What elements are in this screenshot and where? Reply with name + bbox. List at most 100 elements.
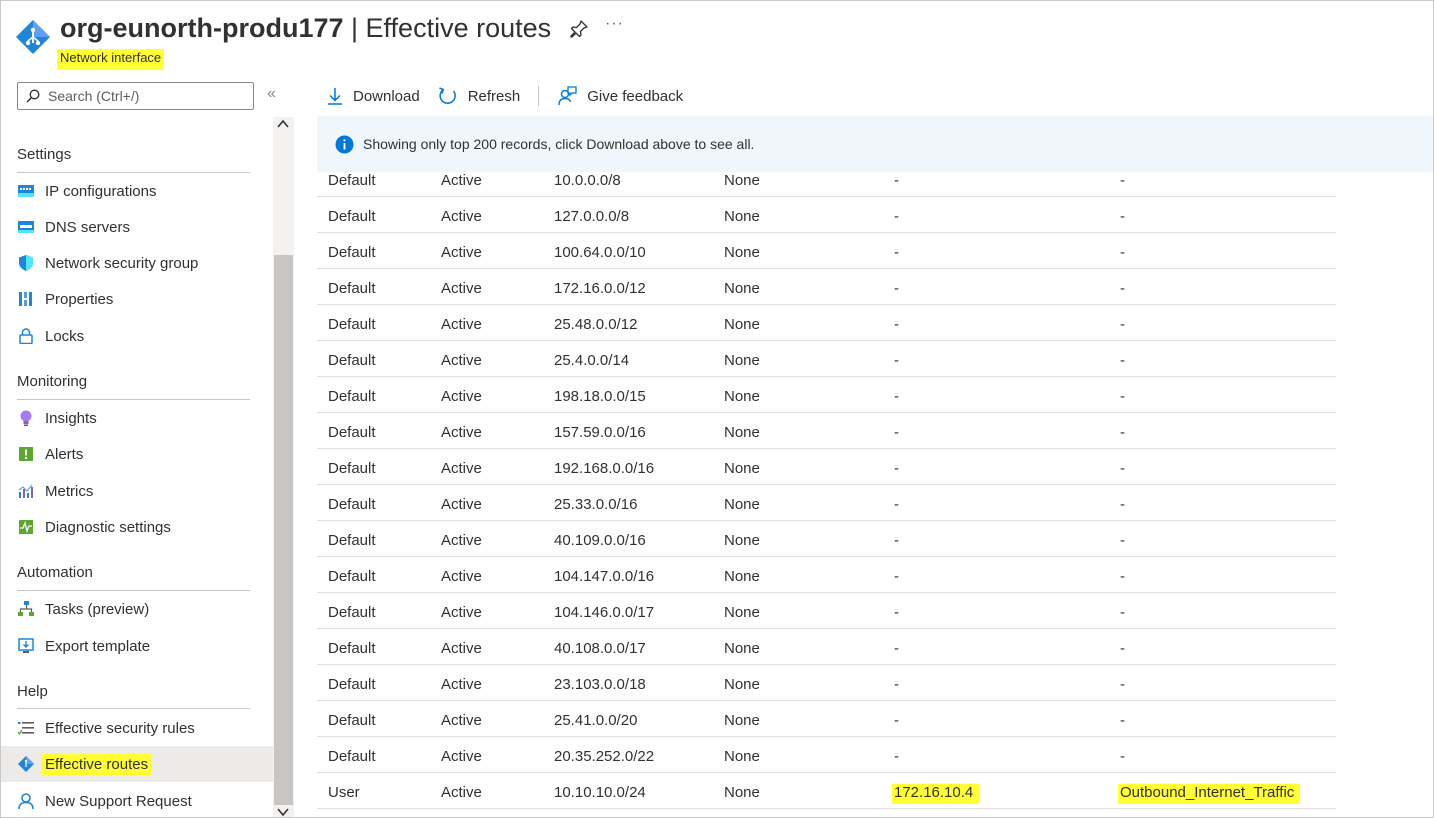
user-defined-route-name: - xyxy=(1120,244,1125,261)
table-row[interactable]: Default Active 127.0.0.0/8 None - - xyxy=(317,197,1336,233)
table-row[interactable]: Default Active 25.41.0.0/20 None - - xyxy=(317,701,1336,737)
info-message: Showing only top 200 records, click Down… xyxy=(363,136,755,152)
user-defined-route-name: - xyxy=(1120,604,1125,621)
sidebar-item-insights[interactable]: Insights xyxy=(1,401,273,435)
refresh-button[interactable]: Refresh xyxy=(438,86,520,106)
table-row[interactable]: Default Active 23.103.0.0/18 None - - xyxy=(317,665,1336,701)
route-state: Active xyxy=(441,424,482,441)
table-row[interactable]: Default Active 157.59.0.0/16 None - - xyxy=(317,413,1336,449)
next-hop-type: None xyxy=(724,676,760,693)
next-hop-type: None xyxy=(724,748,760,765)
address-prefix: 104.146.0.0/17 xyxy=(554,604,655,621)
sidebar-item-export-template[interactable]: Export template xyxy=(1,629,273,663)
dns-icon xyxy=(17,218,35,236)
sidebar-item-effective-routes[interactable]: Effective routes xyxy=(1,746,273,782)
give-feedback-button[interactable]: Give feedback xyxy=(547,86,683,106)
sidebar-item-label: Effective security rules xyxy=(45,719,195,737)
sidebar-item-label: Network security group xyxy=(45,254,199,272)
table-row[interactable]: Default Active 25.33.0.0/16 None - - xyxy=(317,485,1336,521)
sidebar-item-locks[interactable]: Locks xyxy=(1,319,273,353)
next-hop-type: None xyxy=(724,208,760,225)
collapse-sidebar-button[interactable]: « xyxy=(267,85,276,103)
table-row[interactable]: Default Active 40.108.0.0/17 None - - xyxy=(317,629,1336,665)
route-source: Default xyxy=(328,712,376,729)
next-hop-type: None xyxy=(724,604,760,621)
route-source: Default xyxy=(328,568,376,585)
route-state: Active xyxy=(441,352,482,369)
next-hop-ip: - xyxy=(894,712,899,729)
next-hop-ip: - xyxy=(894,604,899,621)
route-source: Default xyxy=(328,424,376,441)
next-hop-type: None xyxy=(724,316,760,333)
more-options-button[interactable]: ··· xyxy=(605,15,624,33)
route-state: Active xyxy=(441,280,482,297)
table-row[interactable]: Default Active 192.168.0.0/16 None - - xyxy=(317,449,1336,485)
route-source: Default xyxy=(328,676,376,693)
sidebar-item-diagnostic-settings[interactable]: Diagnostic settings xyxy=(1,510,273,544)
info-icon xyxy=(335,135,354,153)
address-prefix: 25.33.0.0/16 xyxy=(554,496,638,513)
sidebar-item-label: New Support Request xyxy=(45,792,192,810)
route-source: Default xyxy=(328,640,376,657)
route-state: Active xyxy=(441,244,482,261)
scroll-down-icon[interactable] xyxy=(277,807,289,817)
user-defined-route-name: - xyxy=(1120,388,1125,405)
sidebar-search-input[interactable]: Search (Ctrl+/) xyxy=(17,82,254,110)
table-row[interactable]: Default Active 104.146.0.0/17 None - - xyxy=(317,593,1336,629)
support-icon xyxy=(17,792,35,810)
table-row[interactable]: Default Active 10.0.0.0/8 None - - xyxy=(317,161,1336,197)
table-row[interactable]: Default Active 172.16.0.0/12 None - - xyxy=(317,269,1336,305)
address-prefix: 40.108.0.0/17 xyxy=(554,640,646,657)
route-state: Active xyxy=(441,496,482,513)
app-frame: org-eunorth-produ177 | Effective routes … xyxy=(0,0,1434,818)
download-button[interactable]: Download xyxy=(317,87,420,105)
route-state: Active xyxy=(441,676,482,693)
resource-type: Network interface xyxy=(57,49,165,70)
sidebar-item-ip-configurations[interactable]: IP configurations xyxy=(1,174,273,208)
sidebar-item-new-support-request[interactable]: New Support Request xyxy=(1,784,273,817)
table-row[interactable]: Default Active 198.18.0.0/15 None - - xyxy=(317,377,1336,413)
section-divider xyxy=(17,172,250,173)
sidebar-scrollbar-thumb[interactable] xyxy=(274,255,293,805)
user-defined-route-name: - xyxy=(1120,712,1125,729)
next-hop-type: None xyxy=(724,784,760,801)
user-defined-route-name: - xyxy=(1120,532,1125,549)
table-row[interactable]: Default Active 40.109.0.0/16 None - - xyxy=(317,521,1336,557)
next-hop-ip: - xyxy=(894,568,899,585)
sidebar-item-dns-servers[interactable]: DNS servers xyxy=(1,210,273,244)
route-state: Active xyxy=(441,388,482,405)
sidebar-item-effective-security-rules[interactable]: Effective security rules xyxy=(1,711,273,745)
pin-icon[interactable] xyxy=(569,19,589,39)
address-prefix: 10.10.10.0/24 xyxy=(554,784,646,801)
table-row[interactable]: User Active 10.10.10.0/24 None 172.16.10.4 Ou… xyxy=(317,773,1336,809)
next-hop-ip: - xyxy=(894,280,899,297)
sidebar-item-alerts[interactable]: Alerts xyxy=(1,437,273,471)
sidebar-item-metrics[interactable]: Metrics xyxy=(1,474,273,508)
route-state: Active xyxy=(441,208,482,225)
table-row[interactable]: Default Active 104.147.0.0/16 None - - xyxy=(317,557,1336,593)
next-hop-ip: - xyxy=(894,676,899,693)
route-state: Active xyxy=(441,748,482,765)
route-state: Active xyxy=(441,460,482,477)
table-row[interactable]: Default Active 100.64.0.0/10 None - - xyxy=(317,233,1336,269)
sidebar-item-label: Insights xyxy=(45,409,97,427)
section-divider xyxy=(17,708,250,709)
sidebar-item-properties[interactable]: Properties xyxy=(1,282,273,316)
next-hop-ip: - xyxy=(894,172,899,189)
properties-icon xyxy=(17,290,35,308)
section-automation: Automation xyxy=(17,564,93,581)
user-defined-route-name: - xyxy=(1120,748,1125,765)
resource-name: org-eunorth-produ177 xyxy=(60,13,344,43)
sidebar-item-tasks[interactable]: Tasks (preview) xyxy=(1,592,273,626)
scroll-up-icon[interactable] xyxy=(277,119,289,129)
sidebar-item-network-security-group[interactable]: Network security group xyxy=(1,246,273,280)
toolbar-divider xyxy=(538,86,540,106)
shield-icon xyxy=(17,254,35,272)
table-row[interactable]: Default Active 25.4.0.0/14 None - - xyxy=(317,341,1336,377)
table-row[interactable]: Default Active 20.35.252.0/22 None - - xyxy=(317,737,1336,773)
user-defined-route-name: - xyxy=(1120,568,1125,585)
table-row[interactable]: Default Active 25.48.0.0/12 None - - xyxy=(317,305,1336,341)
sidebar-item-label: IP configurations xyxy=(45,182,157,200)
next-hop-ip: - xyxy=(894,424,899,441)
next-hop-type: None xyxy=(724,496,760,513)
